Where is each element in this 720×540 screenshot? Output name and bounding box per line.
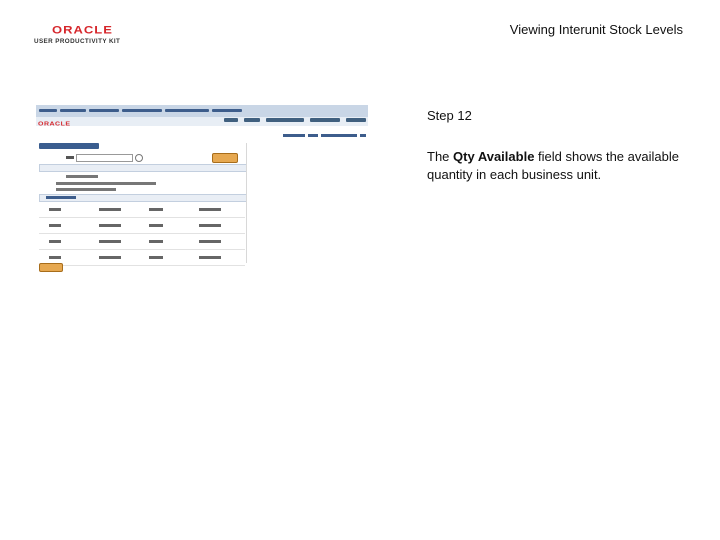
thumb-table-row [39, 218, 245, 234]
thumb-reservation-line [56, 182, 156, 185]
thumb-item-line [66, 175, 98, 178]
thumb-table-row [39, 202, 245, 218]
step-instruction: The Qty Available field shows the availa… [427, 148, 697, 184]
instruction-prefix: The [427, 149, 454, 164]
oracle-logo-text: ORACLE [52, 23, 113, 36]
thumb-item-input [76, 154, 133, 162]
thumb-yield-line [56, 188, 116, 191]
thumb-lookup-icon [135, 154, 143, 162]
thumb-page-title [39, 143, 99, 149]
thumb-breadcrumb [39, 109, 242, 112]
oracle-upk-logo: ORACLE USER PRODUCTIVITY KIT [34, 22, 154, 48]
step-label: Step 12 [427, 108, 472, 123]
instruction-field-name: Qty Available [453, 149, 535, 164]
thumb-search-button [212, 153, 238, 163]
thumb-divider [246, 143, 247, 263]
thumb-nav-links [224, 118, 366, 122]
thumb-table-row [39, 250, 245, 266]
thumb-return-button [39, 263, 63, 272]
thumb-results-header [39, 164, 247, 172]
thumb-oracle-logo: ORACLE [38, 121, 71, 128]
upk-logo-text: USER PRODUCTIVITY KIT [34, 38, 121, 45]
thumb-table-row [39, 234, 245, 250]
thumb-page-links [283, 134, 366, 137]
thumb-item-label [66, 156, 74, 159]
application-screenshot: ORACLE [36, 105, 368, 273]
thumb-grid-title [46, 196, 76, 199]
page-title: Viewing Interunit Stock Levels [509, 22, 683, 37]
